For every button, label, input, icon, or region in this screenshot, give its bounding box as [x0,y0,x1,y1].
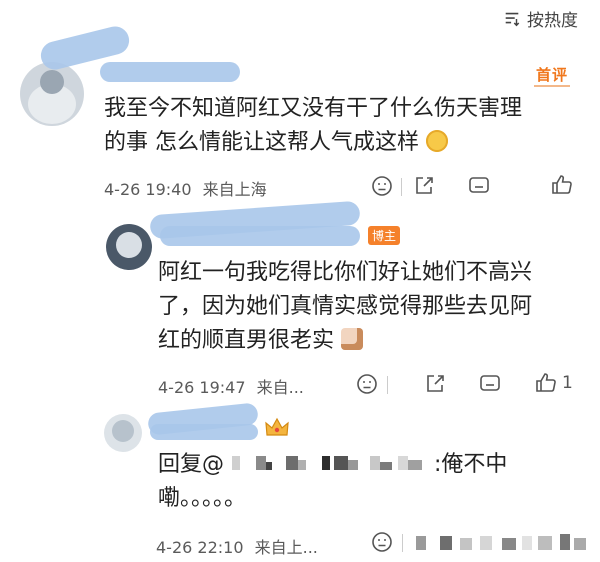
blogger-badge: 博主 [368,226,401,245]
comment-icon [480,375,500,391]
mention-redaction [230,454,430,474]
share-button[interactable] [423,372,447,396]
flushed-emoji-icon [426,130,448,152]
comment-meta: 4-26 22:10 来自上... [156,534,318,558]
username-redaction [100,62,240,82]
timestamp: 4-26 19:40 [104,180,192,199]
location: 来自上... [254,538,318,557]
share-icon [427,375,444,392]
react-button[interactable] [355,372,379,396]
timestamp: 4-26 22:10 [156,538,244,557]
react-button[interactable] [370,174,394,198]
like-icon [536,373,556,392]
username-redaction [150,424,258,440]
like-button[interactable]: 1 [534,371,573,395]
avatar[interactable] [106,224,152,270]
avatar[interactable] [104,414,142,452]
comment-button[interactable] [467,174,491,198]
timestamp: 4-26 19:47 [158,378,246,397]
comment-text: 阿红一句我吃得比你们好让她们不高兴 了，因为她们真情实感觉得那些去见阿 红的顺直… [158,260,533,353]
sort-by-hot-button[interactable]: 按热度 [503,6,578,31]
avatar[interactable] [20,62,84,126]
first-comment-badge: 首评 [534,64,571,87]
emoji-icon [357,374,377,394]
emoji-icon [372,532,392,552]
like-icon [552,175,572,194]
username-redaction [160,226,360,246]
comment-meta: 4-26 19:47 来自... [158,374,304,398]
like-button[interactable] [550,173,574,197]
comment-meta: 4-26 19:40 来自上海 [104,176,267,200]
sort-icon [505,12,520,26]
location: 来自上海 [202,180,267,199]
emoji-icon [372,176,392,196]
comment-text: 我至今不知道阿红又没有干了什么伤天害理 的事 怎么情能让这帮人气成这样 [104,96,523,155]
location: 来自... [256,378,304,397]
comment-button[interactable] [478,372,502,396]
sticker-emoji-icon [341,328,364,350]
crown-icon [264,416,290,440]
share-icon [416,177,433,194]
like-count: 1 [562,373,573,393]
comment-icon [469,177,489,193]
action-bar-redaction [410,532,590,554]
share-button[interactable] [412,174,436,198]
react-button[interactable] [370,530,394,554]
sort-label: 按热度 [527,11,578,31]
